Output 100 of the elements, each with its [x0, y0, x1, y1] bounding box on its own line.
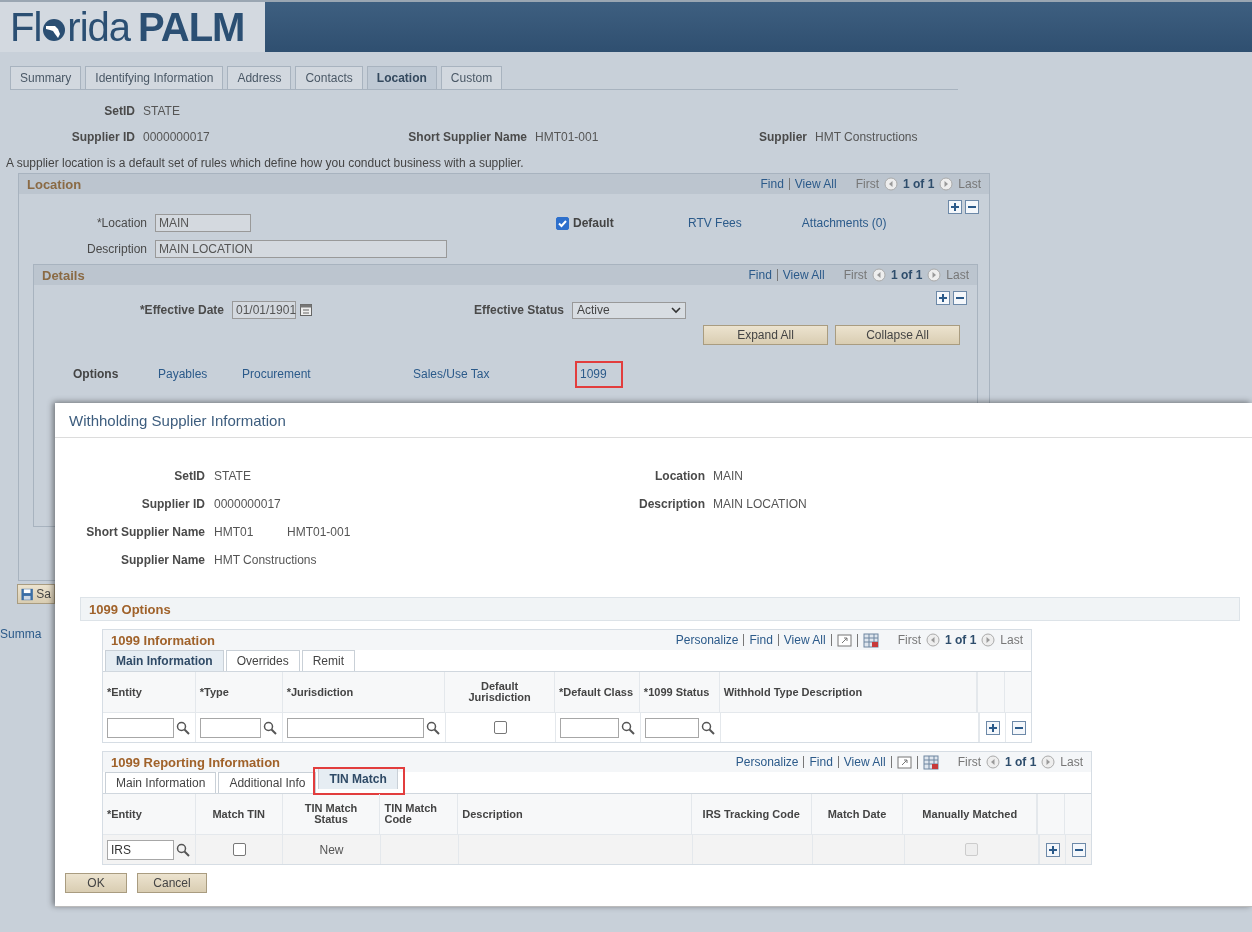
- checkbox[interactable]: [556, 216, 569, 230]
- status-dropdown[interactable]: Active: [572, 301, 686, 319]
- last-label: Last: [946, 268, 969, 282]
- option-link[interactable]: Payables: [158, 367, 208, 381]
- option-link[interactable]: Procurement: [242, 367, 311, 381]
- grid-tab[interactable]: Main Information: [105, 772, 217, 793]
- find-link[interactable]: Find: [748, 269, 778, 281]
- personalize-link[interactable]: Personalize: [675, 634, 745, 646]
- page-tab[interactable]: Custom: [440, 66, 503, 89]
- link[interactable]: Attachments (0): [801, 216, 887, 230]
- grid-tab[interactable]: TIN Match: [318, 768, 398, 789]
- dialog-button[interactable]: Cancel: [137, 873, 207, 893]
- search-icon[interactable]: [176, 842, 190, 857]
- grid-tab[interactable]: Overrides: [225, 650, 300, 671]
- field-value: HMT01-001: [535, 130, 600, 144]
- column-header: *1099 Status: [643, 686, 710, 698]
- search-icon[interactable]: [176, 720, 190, 735]
- new-window-icon[interactable]: [836, 633, 852, 647]
- add-row-button[interactable]: [948, 200, 962, 214]
- search-icon[interactable]: [426, 720, 440, 735]
- lookup-field[interactable]: [287, 717, 424, 738]
- find-link[interactable]: Find: [749, 634, 779, 646]
- find-link[interactable]: Find: [760, 178, 790, 190]
- previous-icon[interactable]: [985, 755, 1000, 769]
- grid-tab[interactable]: Additional Info: [218, 772, 317, 793]
- dialog-button[interactable]: OK: [65, 873, 127, 893]
- grid-title: 1099 Information: [111, 632, 216, 648]
- field-label: Location: [654, 469, 706, 483]
- page-tab[interactable]: Address: [227, 66, 292, 89]
- next-icon[interactable]: [981, 633, 996, 647]
- first-label: First: [957, 755, 981, 769]
- field-label: Effective Status: [472, 303, 565, 317]
- date-field[interactable]: 01/01/1901: [232, 301, 296, 319]
- checkbox[interactable]: [494, 721, 507, 734]
- lookup-field[interactable]: [200, 717, 261, 738]
- search-icon[interactable]: [263, 720, 277, 735]
- grid-tab[interactable]: Remit: [301, 650, 356, 671]
- field-label: Description: [85, 242, 148, 256]
- spreadsheet-icon[interactable]: [922, 754, 939, 770]
- field-label: SetID: [173, 469, 206, 483]
- field-label: *Location: [95, 216, 148, 230]
- view-all-link[interactable]: View All: [843, 756, 892, 768]
- checkbox-label: Default: [573, 216, 615, 230]
- field-value: STATE: [214, 469, 252, 483]
- panel-title: Details: [42, 267, 85, 283]
- page-tab[interactable]: Contacts: [295, 66, 363, 89]
- field-label: Supplier ID: [140, 497, 206, 511]
- lookup-field[interactable]: IRS: [107, 839, 174, 860]
- previous-icon[interactable]: [925, 633, 940, 647]
- lookup-field[interactable]: [645, 717, 699, 738]
- column-header: TIN Match Status: [303, 803, 359, 825]
- add-row-button[interactable]: [985, 720, 1000, 735]
- lookup-field[interactable]: [560, 717, 619, 738]
- grid-title: 1099 Reporting Information: [111, 754, 281, 770]
- description-field[interactable]: MAIN LOCATION: [155, 240, 447, 258]
- grid-tab[interactable]: Main Information: [105, 650, 224, 671]
- new-window-icon[interactable]: [896, 755, 912, 769]
- delete-row-button[interactable]: [1071, 842, 1086, 857]
- column-header: Withhold Type Description: [723, 686, 863, 698]
- column-header: *Type: [199, 686, 229, 698]
- delete-row-button[interactable]: [953, 291, 967, 305]
- option-link[interactable]: Sales/Use Tax: [413, 367, 490, 381]
- search-icon[interactable]: [621, 720, 635, 735]
- field-value: MAIN: [713, 469, 744, 483]
- column-header: *Entity: [107, 686, 142, 698]
- checkbox[interactable]: [232, 843, 246, 856]
- page-count: 1 of 1: [1004, 755, 1037, 769]
- spreadsheet-icon[interactable]: [862, 632, 879, 648]
- calendar-icon[interactable]: [300, 304, 312, 316]
- field-label: Supplier: [758, 130, 808, 144]
- add-row-button[interactable]: [936, 291, 950, 305]
- add-row-button[interactable]: [1045, 842, 1060, 857]
- column-header: Match TIN: [212, 808, 265, 820]
- field-value: HMT01: [214, 525, 255, 539]
- action-button[interactable]: Collapse All: [835, 325, 960, 345]
- column-header: Match Date: [827, 808, 887, 820]
- action-button[interactable]: Expand All: [703, 325, 828, 345]
- page-tab[interactable]: Summary: [10, 66, 82, 89]
- option-link[interactable]: 1099: [580, 367, 607, 381]
- last-label: Last: [958, 177, 981, 191]
- personalize-link[interactable]: Personalize: [735, 756, 805, 768]
- save-button[interactable]: Sa: [17, 584, 55, 604]
- delete-row-button[interactable]: [965, 200, 979, 214]
- location-field[interactable]: MAIN: [155, 214, 251, 232]
- view-all-link[interactable]: View All: [794, 177, 837, 191]
- link[interactable]: RTV Fees: [688, 216, 742, 230]
- page-count: 1 of 1: [944, 633, 977, 647]
- view-all-link[interactable]: View All: [782, 268, 825, 282]
- find-link[interactable]: Find: [809, 756, 839, 768]
- last-label: Last: [1060, 755, 1083, 769]
- field-value: 0000000017: [214, 497, 282, 511]
- page-tab[interactable]: Location: [366, 66, 437, 89]
- delete-row-button[interactable]: [1011, 720, 1026, 735]
- section-header: 1099 Options: [80, 597, 1240, 621]
- search-icon[interactable]: [701, 720, 715, 735]
- next-icon[interactable]: [1041, 755, 1056, 769]
- lookup-field[interactable]: [107, 717, 174, 738]
- view-all-link[interactable]: View All: [783, 634, 832, 646]
- field-label: Description: [638, 497, 706, 511]
- page-tab[interactable]: Identifying Information: [85, 66, 224, 89]
